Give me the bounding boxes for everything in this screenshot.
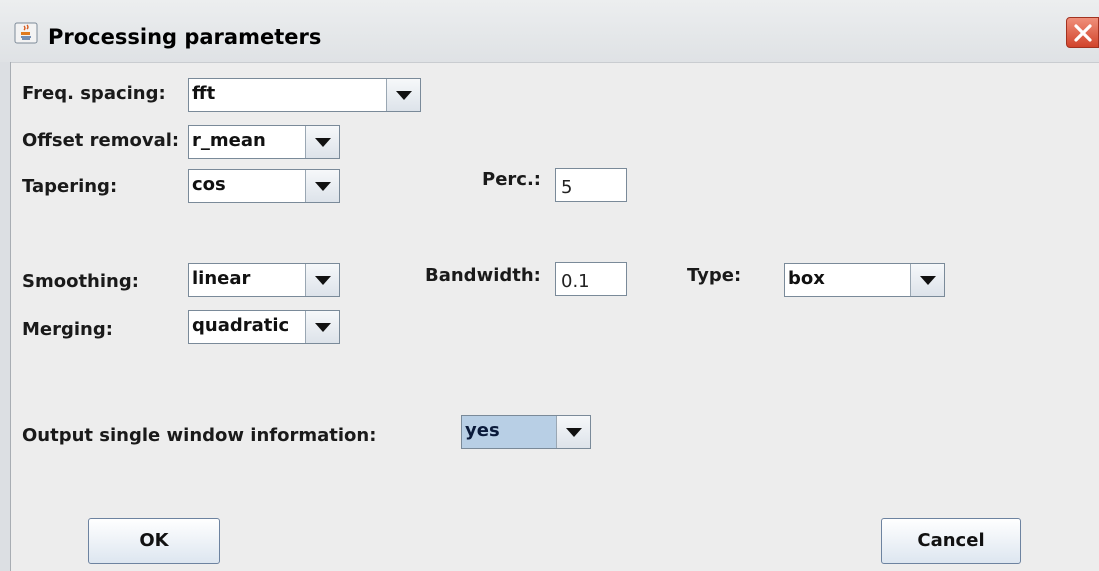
perc-label: Perc.: — [482, 169, 541, 190]
merging-dropdown[interactable]: quadratic — [188, 310, 340, 344]
chevron-down-icon[interactable] — [556, 416, 590, 448]
java-cup-icon — [14, 22, 38, 44]
tapering-label: Tapering: — [22, 176, 118, 197]
chevron-down-icon[interactable] — [305, 264, 339, 296]
bandwidth-input[interactable]: 0.1 — [555, 262, 627, 296]
output-single-window-dropdown[interactable]: yes — [461, 415, 591, 449]
chevron-down-icon[interactable] — [386, 79, 420, 111]
close-button[interactable] — [1066, 17, 1099, 48]
chevron-down-icon[interactable] — [305, 170, 339, 202]
chevron-down-icon[interactable] — [305, 311, 339, 343]
perc-input[interactable]: 5 — [555, 168, 627, 202]
title-bar[interactable]: Processing parameters — [0, 0, 1099, 63]
processing-parameters-dialog: Processing parameters Freq. spacing: fft… — [0, 0, 1099, 571]
smoothing-label: Smoothing: — [22, 271, 139, 292]
output-single-window-value: yes — [465, 420, 500, 441]
bandwidth-value: 0.1 — [561, 271, 590, 292]
tapering-dropdown[interactable]: cos — [188, 169, 340, 203]
type-dropdown[interactable]: box — [784, 263, 945, 297]
merging-label: Merging: — [22, 319, 113, 340]
offset-removal-label: Offset removal: — [22, 130, 180, 151]
perc-value: 5 — [561, 177, 573, 198]
dialog-title: Processing parameters — [48, 25, 322, 49]
cancel-button[interactable]: Cancel — [881, 518, 1021, 564]
type-label: Type: — [687, 265, 742, 286]
type-value: box — [788, 268, 825, 289]
freq-spacing-value: fft — [192, 83, 216, 104]
offset-removal-dropdown[interactable]: r_mean — [188, 125, 340, 159]
output-single-window-label: Output single window information: — [22, 425, 377, 446]
freq-spacing-label: Freq. spacing: — [22, 83, 166, 104]
bandwidth-label: Bandwidth: — [425, 265, 541, 286]
ok-button[interactable]: OK — [88, 518, 220, 564]
chevron-down-icon[interactable] — [910, 264, 944, 296]
window-frame-left — [0, 62, 11, 571]
smoothing-dropdown[interactable]: linear — [188, 263, 340, 297]
tapering-value: cos — [192, 174, 226, 195]
offset-removal-value: r_mean — [192, 130, 266, 151]
freq-spacing-dropdown[interactable]: fft — [188, 78, 421, 112]
close-icon — [1074, 24, 1092, 42]
merging-value: quadratic — [192, 315, 290, 336]
smoothing-value: linear — [192, 268, 251, 289]
chevron-down-icon[interactable] — [305, 126, 339, 158]
